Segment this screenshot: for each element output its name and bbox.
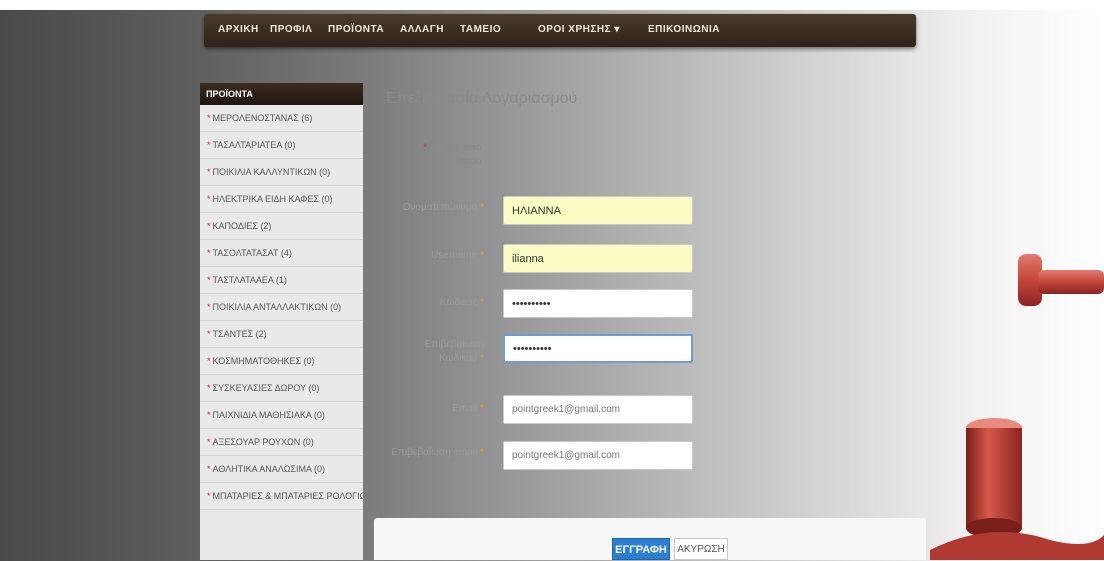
required-star-icon: *: [423, 142, 427, 152]
sidebar-item[interactable]: * ΤΣΑΝΤΕΣ (2): [200, 321, 363, 348]
email-label: Email *: [452, 403, 484, 414]
sidebar-item[interactable]: * ΠΟΙΚΙΛΙΑ ΑΝΤΑΛΛΑΚΤΙΚΩΝ (0): [200, 294, 363, 321]
bullet-star-icon: *: [207, 437, 211, 447]
sidebar-item[interactable]: * ΚΑΠΟΔΙΕΣ (2): [200, 213, 363, 240]
bullet-star-icon: *: [207, 356, 211, 366]
nav-profile[interactable]: ΠΡΟΦΙΛ: [270, 24, 312, 35]
username-input[interactable]: [503, 244, 693, 273]
bullet-star-icon: *: [207, 167, 211, 177]
email-confirm-input[interactable]: [503, 441, 693, 470]
sidebar-item[interactable]: * ΜΕΡΟΛΕΝΟΣΤΑΝΑΣ (6): [200, 105, 363, 132]
top-strip: [0, 0, 1104, 10]
bullet-star-icon: *: [207, 248, 211, 258]
sidebar-item[interactable]: * ΠΑΙΧΝΙΔΙΑ ΜΑΘΗΣΙΑΚΑ (0): [200, 402, 363, 429]
form-actions: ΕΓΓΡΑΦΗ ΑΚΥΡΩΣΗ: [374, 518, 926, 560]
bullet-star-icon: *: [207, 329, 211, 339]
password-confirm-input[interactable]: [503, 334, 693, 363]
nav-terms-dropdown[interactable]: ΟΡΟΙ ΧΡΗΣΗΣ ▾: [538, 24, 620, 35]
products-sidebar: ΠΡΟΪΟΝΤΑ * ΜΕΡΟΛΕΝΟΣΤΑΝΑΣ (6) * ΤΑΣΑΛΤΑΡΙΑ…: [200, 83, 363, 560]
sidebar-item[interactable]: * ΜΠΑΤΑΡΙΕΣ & ΜΠΑΤΑΡΙΕΣ ΡΟΛΟΓΙΩΝ: [200, 483, 363, 510]
sidebar-title: ΠΡΟΪΟΝΤΑ: [200, 83, 363, 105]
email-input[interactable]: [503, 395, 693, 424]
sidebar-item[interactable]: * ΤΑΣΤΛΑΤΑΑΕΑ (1): [200, 267, 363, 294]
password-label: Κωδικός *: [439, 297, 484, 308]
page-title: Επεξεργασία Λογαριασμού: [386, 90, 578, 107]
bullet-star-icon: *: [207, 194, 211, 204]
bullet-star-icon: *: [207, 140, 211, 150]
required-fields-note: * Υποχρεωτικά πεδία: [423, 142, 482, 166]
sidebar-item[interactable]: * ΑΘΛΗΤΙΚΑ ΑΝΑΛΩΣΙΜΑ (0): [200, 456, 363, 483]
register-button[interactable]: ΕΓΓΡΑΦΗ: [612, 538, 670, 560]
nav-contact[interactable]: ΕΠΙΚΟΙΝΩΝΙΑ: [648, 24, 720, 35]
nav-cart[interactable]: ΤΑΜΕΙΟ: [460, 24, 501, 35]
sidebar-item[interactable]: * ΣΥΣΚΕΥΑΣΙΕΣ ΔΩΡΟΥ (0): [200, 375, 363, 402]
bullet-star-icon: *: [207, 491, 211, 501]
decorative-red-tube-icon: [930, 418, 1104, 560]
username-label: Username *: [431, 250, 484, 261]
sidebar-item[interactable]: * ΤΑΣΟΛΤΑΤΑΣΑΤ (4): [200, 240, 363, 267]
bullet-star-icon: *: [207, 302, 211, 312]
fullname-input[interactable]: [503, 196, 693, 225]
email-confirm-label: Επιβεβαίωση email *: [391, 447, 484, 458]
bullet-star-icon: *: [207, 383, 211, 393]
cancel-button[interactable]: ΑΚΥΡΩΣΗ: [674, 538, 728, 560]
sidebar-item[interactable]: * ΑΞΕΣΟΥΑΡ ΡΟΥΧΩΝ (0): [200, 429, 363, 456]
nav-change[interactable]: ΑΛΛΑΓΗ: [400, 24, 444, 35]
bullet-star-icon: *: [207, 275, 211, 285]
bullet-star-icon: *: [207, 221, 211, 231]
nav-products[interactable]: ΠΡΟΪΟΝΤΑ: [328, 24, 384, 35]
bullet-star-icon: *: [207, 113, 211, 123]
bullet-star-icon: *: [207, 410, 211, 420]
sidebar-item[interactable]: * ΗΛΕΚΤΡΙΚΑ ΕΙΔΗ ΚΑΦΕΣ (0): [200, 186, 363, 213]
fullname-label: Ονοματεπώνυμο *: [402, 202, 484, 213]
main-navbar: ΑΡΧΙΚΗ ΠΡΟΦΙΛ ΠΡΟΪΟΝΤΑ ΑΛΛΑΓΗ ΤΑΜΕΙΟ ΟΡΟ…: [204, 14, 916, 47]
password-confirm-label: Επιβεβαίωση Κωδικού *: [424, 339, 484, 364]
password-input[interactable]: [503, 289, 693, 318]
sidebar-item[interactable]: * ΤΑΣΑΛΤΑΡΙΑΤΕΑ (0): [200, 132, 363, 159]
bullet-star-icon: *: [207, 464, 211, 474]
sidebar-item[interactable]: * ΠΟΙΚΙΛΙΑ ΚΑΛΛΥΝΤΙΚΩΝ (0): [200, 159, 363, 186]
sidebar-item[interactable]: * ΚΟΣΜΗΜΑΤΟΘΗΚΕΣ (0): [200, 348, 363, 375]
decorative-red-shape-icon: [1018, 254, 1104, 306]
nav-home[interactable]: ΑΡΧΙΚΗ: [218, 24, 259, 35]
sidebar-list: * ΜΕΡΟΛΕΝΟΣΤΑΝΑΣ (6) * ΤΑΣΑΛΤΑΡΙΑΤΕΑ (0) *…: [200, 105, 363, 510]
